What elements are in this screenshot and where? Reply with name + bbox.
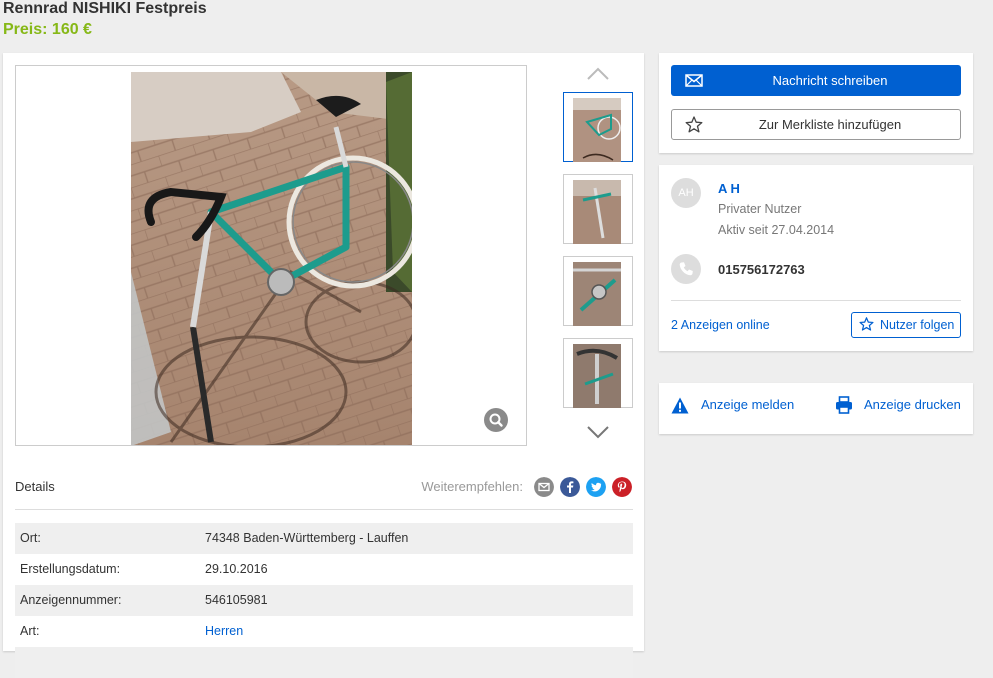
listing-title: Rennrad NISHIKI Festpreis [3,0,207,17]
twitter-icon[interactable] [586,477,606,497]
detail-key: Ort: [20,531,41,545]
thumbnail-strip [563,60,633,450]
warning-icon [671,397,689,414]
report-ad-label: Anzeige melden [701,397,795,412]
thumbnail-3[interactable] [563,256,633,326]
thumbnail-image [573,262,621,326]
chevron-down-icon[interactable] [585,422,611,442]
message-button-label: Nachricht schreiben [772,73,888,88]
seller-divider [671,300,961,301]
facebook-icon[interactable] [560,477,580,497]
detail-row-next [15,647,633,678]
thumbnail-1[interactable] [563,92,633,162]
details-heading: Details [15,479,55,494]
email-icon[interactable] [534,477,554,497]
detail-key: Anzeigennummer: [20,593,122,607]
listing-price: Preis: 160 € [3,21,92,38]
print-ad-link[interactable]: Anzeige drucken [835,395,963,415]
thumbnail-image [573,180,621,244]
bicycle-photo[interactable] [131,72,412,446]
ads-online-link[interactable]: 2 Anzeigen online [671,318,770,332]
watchlist-button[interactable]: Zur Merkliste hinzufügen [671,109,961,140]
message-button[interactable]: Nachricht schreiben [671,65,961,96]
report-ad-link[interactable]: Anzeige melden [671,395,811,415]
seller-active-since: Aktiv seit 27.04.2014 [718,223,835,237]
seller-name[interactable]: A H [718,181,740,196]
detail-key: Erstellungsdatum: [20,562,121,576]
main-image-frame[interactable] [15,65,527,446]
thumbnail-image [573,344,621,408]
contact-card: Nachricht schreiben Zur Merkliste hinzuf… [659,53,973,153]
detail-row-ad-number: Anzeigennummer: 546105981 [15,585,633,616]
detail-row-location: Ort: 74348 Baden-Württemberg - Lauffen [15,523,633,554]
seller-type: Privater Nutzer [718,202,802,216]
zoom-button[interactable] [484,408,508,432]
watchlist-button-label: Zur Merkliste hinzufügen [758,117,902,132]
detail-value: 74348 Baden-Württemberg - Lauffen [205,531,409,545]
print-ad-label: Anzeige drucken [864,397,961,412]
printer-icon [836,396,852,414]
share-label: Weiterempfehlen: [421,479,523,494]
detail-value: 29.10.2016 [205,562,268,576]
pinterest-icon[interactable] [612,477,632,497]
ad-tools-card: Anzeige melden Anzeige drucken [659,383,973,434]
chevron-up-icon[interactable] [585,63,611,83]
avatar: AH [671,178,701,208]
follow-button-label: Nutzer folgen [880,318,955,332]
thumbnail-image [573,98,621,162]
phone-icon [671,254,701,284]
seller-card: AH A H Privater Nutzer Aktiv seit 27.04.… [659,165,973,351]
details-divider [15,509,633,510]
detail-value: 546105981 [205,593,268,607]
phone-number[interactable]: 015756172763 [718,262,805,277]
thumbnail-4[interactable] [563,338,633,408]
detail-row-type: Art: Herren [15,616,633,647]
follow-user-button[interactable]: Nutzer folgen [851,312,961,338]
detail-key: Art: [20,624,40,638]
thumbnail-2[interactable] [563,174,633,244]
detail-row-created: Erstellungsdatum: 29.10.2016 [15,554,633,585]
star-icon [859,317,874,331]
detail-value-link[interactable]: Herren [205,624,243,638]
magnifier-icon [489,413,503,427]
